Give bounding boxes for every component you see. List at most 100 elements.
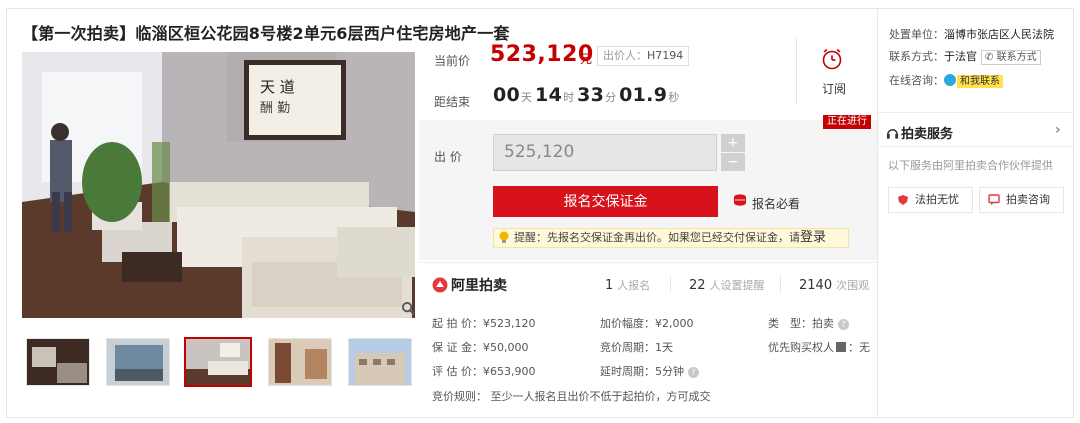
signup-count-label: 人报名 <box>617 279 651 292</box>
unit-label: 处置单位： <box>889 28 944 41</box>
current-price-label: 当前价 <box>434 54 471 68</box>
divider <box>877 8 878 418</box>
online-consult: 在线咨询： 和我联系 <box>889 72 1003 88</box>
reminder-count-label: 人设置提醒 <box>709 279 765 292</box>
contact-label: 联系方式： <box>889 50 944 63</box>
days-unit: 天 <box>521 91 533 104</box>
service-consult-button[interactable]: 拍卖咨询 <box>979 187 1064 213</box>
info-icon[interactable] <box>836 342 846 352</box>
ali-auction-logo: 阿里拍卖 <box>432 275 507 295</box>
subscribe-button[interactable]: 订阅 <box>822 80 846 97</box>
priority-buyer: 优先购买权人 ：无 <box>768 339 870 355</box>
bid-amount-input[interactable]: 525,120 <box>493 134 717 171</box>
service-2-label: 拍卖咨询 <box>1006 193 1050 206</box>
must-read-link[interactable]: 报名必看 <box>752 195 800 212</box>
contact-me-button[interactable]: 和我联系 <box>957 75 1003 88</box>
signup-deposit-button[interactable]: 报名交保证金 <box>493 186 718 217</box>
brand-name: 阿里拍卖 <box>451 278 507 294</box>
help-icon[interactable]: ? <box>688 367 699 378</box>
bidder-id: H7194 <box>647 49 684 62</box>
service-1-label: 法拍无忧 <box>915 193 959 206</box>
delay-cycle: 延时周期：5分钟? <box>600 363 699 379</box>
service-title-text: 拍卖服务 <box>901 127 954 142</box>
thumbnail-1[interactable] <box>26 338 90 386</box>
unit-value: 淄博市张店区人民法院 <box>944 28 1054 41</box>
current-price: 523,120 <box>490 42 594 67</box>
page-title: 【第一次拍卖】临淄区桓公花园8号楼2单元6层西户住宅房地产一套 <box>22 24 510 43</box>
service-section-title[interactable]: 拍卖服务 <box>886 123 953 142</box>
service-worry-free-button[interactable]: 法拍无忧 <box>888 187 973 213</box>
countdown-label: 距结束 <box>434 95 471 109</box>
chevron-right-icon[interactable]: › <box>1055 122 1061 138</box>
bidding-rule: 竞价规则： 至少一人报名且出价不低于起拍价，方可成交 <box>432 390 711 403</box>
tip-text: 提醒：先报名交保证金再出价。如果您已经交付保证金，请 <box>514 231 800 244</box>
bidder-label: 出价人： <box>603 49 647 62</box>
type-label: 类 型： <box>768 317 812 330</box>
phone-icon: ✆ <box>985 52 994 63</box>
minutes-unit: 分 <box>605 91 617 104</box>
contact-info: 联系方式：于法官 ✆ 联系方式 <box>889 48 1041 65</box>
auction-type: 类 型：拍卖? <box>768 315 849 331</box>
status-badge: 正在进行 <box>823 115 871 129</box>
ali-auction-icon <box>432 277 448 293</box>
countdown-timer: 00天 14时 33分 01.9秒 <box>493 84 682 106</box>
lightbulb-icon <box>499 231 509 243</box>
countdown-days: 00 <box>493 84 521 106</box>
thumbnail-4[interactable] <box>268 338 332 386</box>
signup-count: 1 人报名 <box>605 277 650 293</box>
type-value: 拍卖 <box>812 317 834 330</box>
divider <box>796 38 797 104</box>
seconds-unit: 秒 <box>668 91 680 104</box>
coins-icon <box>734 194 746 206</box>
bid-increase-button[interactable]: + <box>721 134 745 152</box>
contact-button[interactable]: ✆ 联系方式 <box>981 50 1041 65</box>
svg-text:天 道: 天 道 <box>260 78 295 96</box>
login-link[interactable]: 登录 <box>800 230 826 245</box>
currency-unit: 元 <box>580 52 593 66</box>
reminder-tip: 提醒：先报名交保证金再出价。如果您已经交付保证金，请登录 <box>493 228 849 248</box>
bid-decrease-button[interactable]: − <box>721 153 745 171</box>
help-icon[interactable]: ? <box>838 319 849 330</box>
bidder-tag: 出价人：H7194 <box>597 46 690 66</box>
zoom-icon[interactable] <box>401 301 416 316</box>
divider <box>670 276 671 292</box>
main-photo[interactable]: 天 道 酬 勤 <box>22 52 415 318</box>
view-number: 2140 <box>799 278 833 293</box>
bid-increment: 加价幅度：¥2,000 <box>600 317 694 330</box>
view-count-label: 次围观 <box>836 279 870 292</box>
thumbnail-3-active[interactable] <box>184 337 252 387</box>
shield-icon <box>898 195 908 205</box>
start-price: 起 拍 价：¥523,120 <box>432 317 536 330</box>
priority-value: ：无 <box>848 341 870 354</box>
thumbnail-2[interactable] <box>106 338 170 386</box>
thumbnail-5[interactable] <box>348 338 412 386</box>
consult-label: 在线咨询： <box>889 74 944 87</box>
bidding-cycle: 竞价周期：1天 <box>600 341 673 354</box>
countdown-seconds: 01.9 <box>619 84 668 106</box>
deposit: 保 证 金：¥50,000 <box>432 341 529 354</box>
headset-icon <box>886 129 899 139</box>
delay-text: 延时周期：5分钟 <box>600 365 684 378</box>
chat-bubble-icon <box>988 194 1000 205</box>
countdown-hours: 14 <box>535 84 563 106</box>
disposal-unit: 处置单位：淄博市张店区人民法院 <box>889 26 1054 42</box>
divider <box>878 112 1074 113</box>
bid-label: 出 价 <box>434 150 462 164</box>
view-count: 2140 次围观 <box>799 277 869 293</box>
reminder-number: 22 <box>689 278 706 293</box>
service-description: 以下服务由阿里拍卖合作伙伴提供 <box>888 159 1053 172</box>
priority-label: 优先购买权人 <box>768 341 834 354</box>
valuation: 评 估 价：¥653,900 <box>432 365 536 378</box>
countdown-minutes: 33 <box>577 84 605 106</box>
chat-icon <box>944 74 956 86</box>
svg-text:酬 勤: 酬 勤 <box>260 101 290 116</box>
divider <box>780 276 781 292</box>
divider <box>878 146 1074 147</box>
divider <box>419 262 877 263</box>
contact-button-label: 联系方式 <box>996 52 1037 63</box>
reminder-count: 22 人设置提醒 <box>689 277 765 293</box>
contact-value: 于法官 <box>944 50 977 63</box>
hours-unit: 时 <box>563 91 575 104</box>
signup-number: 1 <box>605 278 614 293</box>
alarm-clock-icon[interactable] <box>820 47 844 71</box>
